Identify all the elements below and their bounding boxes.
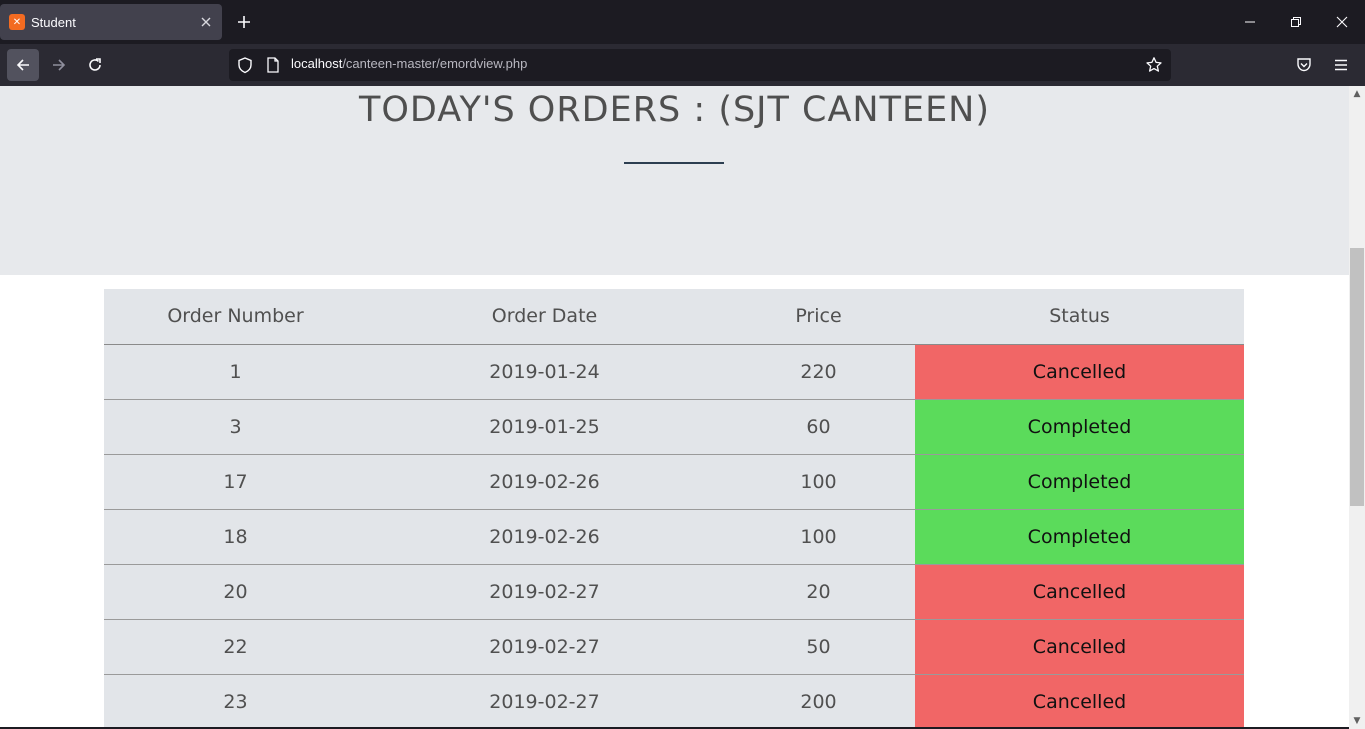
cell-price: 220	[722, 344, 915, 400]
page-viewport: TODAY'S ORDERS : (SJT CANTEEN) Order Num…	[0, 86, 1349, 729]
cell-order-date: 2019-02-27	[367, 619, 722, 675]
xampp-icon: ✕	[9, 14, 25, 30]
cell-order-number: 20	[104, 564, 367, 620]
header-price: Price	[722, 289, 915, 345]
header-status: Status	[915, 289, 1244, 345]
page-header: TODAY'S ORDERS : (SJT CANTEEN)	[0, 86, 1349, 275]
cell-price: 60	[722, 399, 915, 455]
arrow-right-icon[interactable]	[43, 49, 75, 81]
cell-order-date: 2019-02-26	[367, 454, 722, 510]
page-scrollbar[interactable]: ▲ ▼	[1349, 86, 1365, 729]
navigation-toolbar: localhost/canteen-master/emordview.php	[0, 44, 1365, 104]
cell-price: 100	[722, 454, 915, 510]
star-icon[interactable]	[1145, 56, 1163, 74]
reload-icon[interactable]	[79, 49, 111, 81]
cell-order-number: 1	[104, 344, 367, 400]
status-badge: Cancelled	[915, 674, 1244, 729]
table-header-row: Order Number Order Date Price Status	[104, 289, 1244, 345]
address-bar[interactable]: localhost/canteen-master/emordview.php	[229, 49, 1171, 81]
restore-icon[interactable]	[1273, 0, 1319, 44]
plus-icon[interactable]	[232, 10, 256, 34]
cell-price: 50	[722, 619, 915, 675]
cell-order-date: 2019-02-27	[367, 674, 722, 729]
status-badge: Completed	[915, 454, 1244, 510]
tab-strip: ✕ Student	[0, 0, 1365, 44]
window-close-icon[interactable]	[1319, 0, 1365, 44]
status-badge: Cancelled	[915, 344, 1244, 400]
tab-title: Student	[31, 14, 76, 30]
hamburger-icon[interactable]	[1325, 49, 1357, 81]
url-path: /canteen-master/emordview.php	[342, 56, 528, 71]
page-icon[interactable]	[265, 56, 281, 74]
scroll-down-icon[interactable]: ▼	[1349, 713, 1365, 729]
cell-order-number: 18	[104, 509, 367, 565]
cell-order-date: 2019-01-24	[367, 344, 722, 400]
status-badge: Completed	[915, 509, 1244, 565]
table-row: 23 2019-02-27 200 Cancelled	[104, 674, 1244, 729]
url-text[interactable]: localhost/canteen-master/emordview.php	[291, 56, 527, 71]
cell-order-date: 2019-01-25	[367, 399, 722, 455]
cell-order-number: 17	[104, 454, 367, 510]
status-badge: Cancelled	[915, 564, 1244, 620]
scroll-up-icon[interactable]: ▲	[1349, 86, 1365, 102]
scrollbar-thumb[interactable]	[1350, 248, 1364, 506]
title-divider	[624, 162, 724, 164]
table-row: 1 2019-01-24 220 Cancelled	[104, 344, 1244, 400]
status-badge: Completed	[915, 399, 1244, 455]
cell-order-date: 2019-02-27	[367, 564, 722, 620]
table-row: 3 2019-01-25 60 Completed	[104, 399, 1244, 455]
table-row: 22 2019-02-27 50 Cancelled	[104, 619, 1244, 675]
minimize-icon[interactable]	[1227, 0, 1273, 44]
header-order-number: Order Number	[104, 289, 367, 345]
shield-icon[interactable]	[236, 56, 254, 74]
status-badge: Cancelled	[915, 619, 1244, 675]
table-row: 20 2019-02-27 20 Cancelled	[104, 564, 1244, 620]
close-icon[interactable]	[196, 12, 216, 32]
tab-student[interactable]: ✕ Student	[0, 4, 222, 40]
cell-order-number: 23	[104, 674, 367, 729]
table-row: 17 2019-02-26 100 Completed	[104, 454, 1244, 510]
orders-table: Order Number Order Date Price Status 1 2…	[104, 289, 1244, 729]
url-host: localhost	[291, 56, 343, 71]
cell-order-date: 2019-02-26	[367, 509, 722, 565]
cell-price: 100	[722, 509, 915, 565]
cell-order-number: 22	[104, 619, 367, 675]
table-row: 18 2019-02-26 100 Completed	[104, 509, 1244, 565]
cell-price: 20	[722, 564, 915, 620]
cell-price: 200	[722, 674, 915, 729]
arrow-left-icon[interactable]	[7, 49, 39, 81]
pocket-icon[interactable]	[1288, 49, 1320, 81]
page-title: TODAY'S ORDERS : (SJT CANTEEN)	[358, 90, 991, 130]
header-order-date: Order Date	[367, 289, 722, 345]
cell-order-number: 3	[104, 399, 367, 455]
